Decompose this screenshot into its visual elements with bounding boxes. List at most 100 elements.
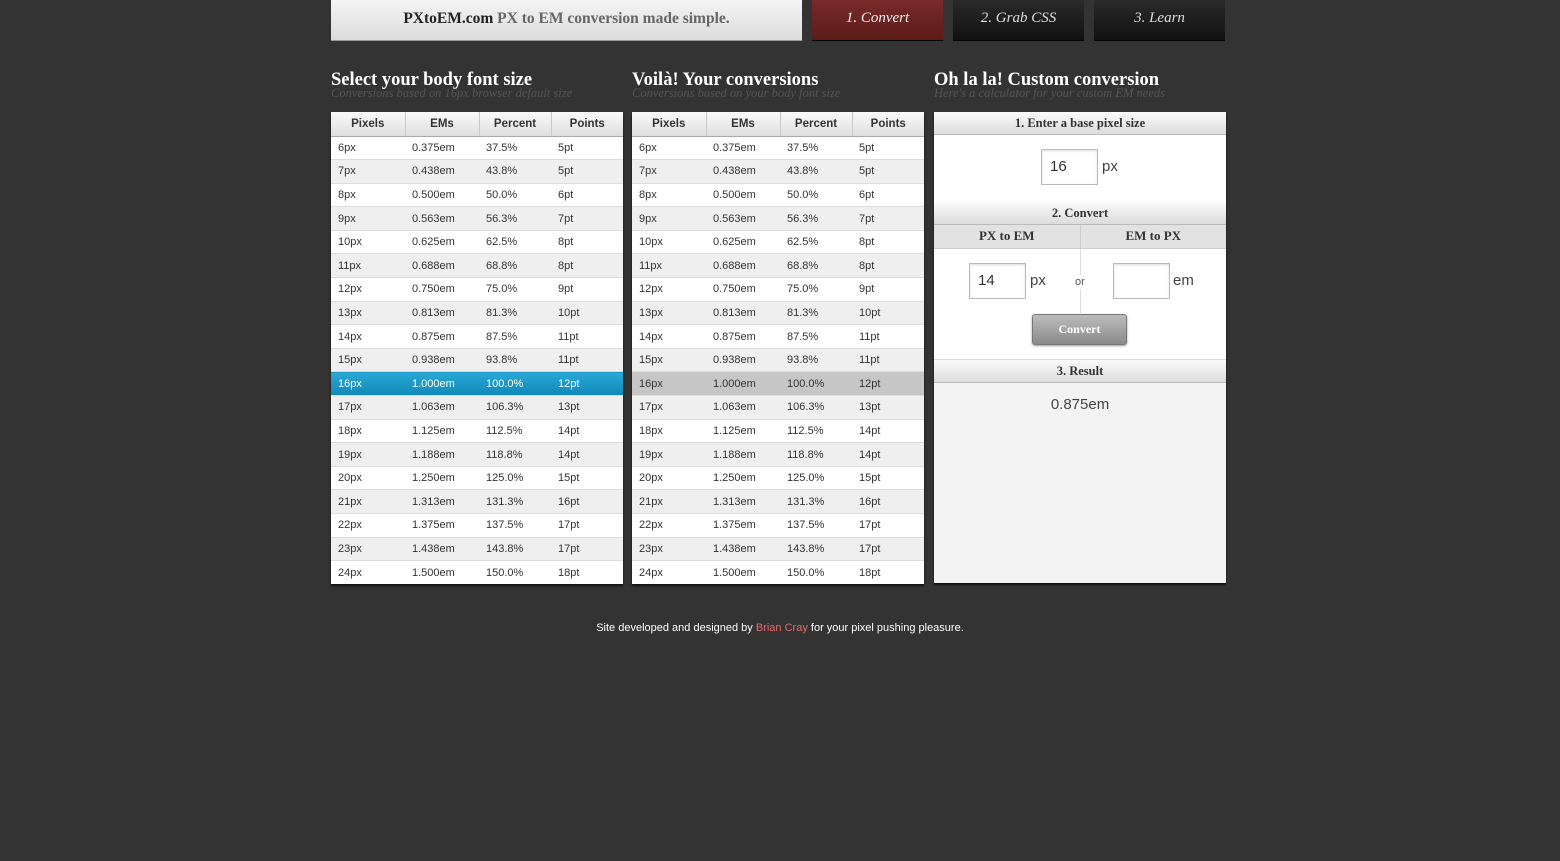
table-cell: 14pt — [852, 418, 924, 443]
table-cell: 18pt — [852, 560, 924, 585]
table-cell: 16px — [331, 371, 405, 396]
table-cell: 8pt — [852, 229, 924, 254]
table-row[interactable]: 18px 1.125em 112.5% 14pt — [331, 418, 623, 443]
tab-convert[interactable]: 1. Convert — [812, 0, 943, 41]
table-cell: 19px — [632, 442, 706, 467]
table-row[interactable]: 11px 0.688em 68.8% 8pt — [632, 253, 924, 278]
table-cell: 1.188em — [706, 442, 780, 467]
table-row[interactable]: 8px 0.500em 50.0% 6pt — [331, 182, 623, 207]
table-row[interactable]: 16px 1.000em 100.0% 12pt — [632, 371, 924, 396]
table-cell: 14pt — [852, 442, 924, 467]
table-cell: 7px — [632, 159, 706, 184]
table-cell: 81.3% — [780, 300, 852, 325]
convert-button[interactable]: Convert — [1032, 314, 1127, 345]
table-row[interactable]: 23px 1.438em 143.8% 17pt — [331, 536, 623, 561]
table-row[interactable]: 15px 0.938em 93.8% 11pt — [632, 347, 924, 372]
table-row[interactable]: 6px 0.375em 37.5% 5pt — [632, 135, 924, 160]
table-row[interactable]: 14px 0.875em 87.5% 11pt — [331, 324, 623, 349]
table-cell: 62.5% — [479, 229, 551, 254]
table-cell: 0.938em — [706, 347, 780, 372]
table-cell: 7px — [331, 159, 405, 184]
table-row[interactable]: 19px 1.188em 118.8% 14pt — [331, 442, 623, 467]
table-cell: 23px — [632, 536, 706, 561]
table-cell: 1.250em — [706, 465, 780, 490]
table-row[interactable]: 24px 1.500em 150.0% 18pt — [632, 560, 924, 585]
table-row[interactable]: 7px 0.438em 43.8% 5pt — [331, 159, 623, 184]
table-cell: 1.313em — [706, 489, 780, 514]
table-row[interactable]: 21px 1.313em 131.3% 16pt — [632, 489, 924, 514]
table-cell: 87.5% — [780, 324, 852, 349]
top-bar: PXtoEM.com PX to EM conversion made simp… — [331, 0, 1227, 42]
px-input[interactable]: 14 — [969, 263, 1026, 299]
table-row[interactable]: 17px 1.063em 106.3% 13pt — [632, 395, 924, 420]
column-header: Percent — [479, 112, 552, 137]
conversions-table: Pixels EMs Percent Points 6px 0.375em 37.5% 5p… — [632, 112, 924, 585]
table-cell: 6px — [632, 135, 706, 160]
table-row[interactable]: 24px 1.500em 150.0% 18pt — [331, 560, 623, 585]
table-row[interactable]: 9px 0.563em 56.3% 7pt — [331, 206, 623, 231]
table-row[interactable]: 17px 1.063em 106.3% 13pt — [331, 395, 623, 420]
table-cell: 106.3% — [479, 395, 551, 420]
table-row[interactable]: 21px 1.313em 131.3% 16pt — [331, 489, 623, 514]
table-cell: 1.375em — [706, 513, 780, 538]
table-cell: 1.000em — [706, 371, 780, 396]
table-row[interactable]: 22px 1.375em 137.5% 17pt — [632, 513, 924, 538]
table-cell: 1.313em — [405, 489, 479, 514]
table-row[interactable]: 6px 0.375em 37.5% 5pt — [331, 135, 623, 160]
table-row[interactable]: 23px 1.438em 143.8% 17pt — [632, 536, 924, 561]
table-cell: 0.875em — [706, 324, 780, 349]
table-cell: 21px — [331, 489, 405, 514]
table-row[interactable]: 22px 1.375em 137.5% 17pt — [331, 513, 623, 538]
custom-conversion-panel: 1. Enter a base pixel size 16 px 2. Conv… — [934, 112, 1226, 583]
table-cell: 9pt — [551, 277, 623, 302]
tab-grab-css[interactable]: 2. Grab CSS — [953, 0, 1084, 41]
table-cell: 18px — [632, 418, 706, 443]
table-row[interactable]: 8px 0.500em 50.0% 6pt — [632, 182, 924, 207]
table-cell: 23px — [331, 536, 405, 561]
table-row[interactable]: 10px 0.625em 62.5% 8pt — [632, 229, 924, 254]
tab-learn[interactable]: 3. Learn — [1094, 0, 1225, 41]
table-row[interactable]: 7px 0.438em 43.8% 5pt — [632, 159, 924, 184]
table-cell: 12pt — [852, 371, 924, 396]
table-cell: 1.438em — [405, 536, 479, 561]
base-size-row: 16 px — [934, 135, 1226, 202]
table-row[interactable]: 15px 0.938em 93.8% 11pt — [331, 347, 623, 372]
column-header: Pixels — [632, 112, 707, 137]
table-cell: 17pt — [551, 536, 623, 561]
column-header: Percent — [780, 112, 853, 137]
table-row[interactable]: 9px 0.563em 56.3% 7pt — [632, 206, 924, 231]
px-unit-label: px — [1030, 272, 1046, 289]
site-logo-banner[interactable]: PXtoEM.com PX to EM conversion made simp… — [331, 0, 802, 41]
table-cell: 1.188em — [405, 442, 479, 467]
table-row[interactable]: 12px 0.750em 75.0% 9pt — [331, 277, 623, 302]
table-cell: 93.8% — [780, 347, 852, 372]
table-cell: 17pt — [852, 513, 924, 538]
table-row[interactable]: 18px 1.125em 112.5% 14pt — [632, 418, 924, 443]
table-row[interactable]: 13px 0.813em 81.3% 10pt — [632, 300, 924, 325]
table-cell: 0.438em — [706, 159, 780, 184]
table-cell: 20px — [331, 465, 405, 490]
table-row[interactable]: 16px 1.000em 100.0% 12pt — [331, 371, 623, 396]
table-cell: 24px — [632, 560, 706, 585]
em-input[interactable] — [1113, 263, 1170, 299]
author-link[interactable]: Brian Cray — [756, 622, 808, 634]
table-cell: 12pt — [551, 371, 623, 396]
base-pixel-input[interactable]: 16 — [1041, 149, 1098, 185]
table-row[interactable]: 11px 0.688em 68.8% 8pt — [331, 253, 623, 278]
table-row[interactable]: 14px 0.875em 87.5% 11pt — [632, 324, 924, 349]
table-row[interactable]: 19px 1.188em 118.8% 14pt — [632, 442, 924, 467]
column-header: EMs — [706, 112, 781, 137]
table-row[interactable]: 20px 1.250em 125.0% 15pt — [632, 465, 924, 490]
table-cell: 5pt — [551, 135, 623, 160]
column-subtitle: Conversions based on your body font size — [632, 86, 841, 100]
table-cell: 0.688em — [405, 253, 479, 278]
table-row[interactable]: 13px 0.813em 81.3% 10pt — [331, 300, 623, 325]
table-cell: 6pt — [551, 182, 623, 207]
table-cell: 137.5% — [479, 513, 551, 538]
table-row[interactable]: 20px 1.250em 125.0% 15pt — [331, 465, 623, 490]
table-row[interactable]: 12px 0.750em 75.0% 9pt — [632, 277, 924, 302]
table-cell: 12px — [331, 277, 405, 302]
table-cell: 6pt — [852, 182, 924, 207]
table-cell: 112.5% — [479, 418, 551, 443]
table-row[interactable]: 10px 0.625em 62.5% 8pt — [331, 229, 623, 254]
